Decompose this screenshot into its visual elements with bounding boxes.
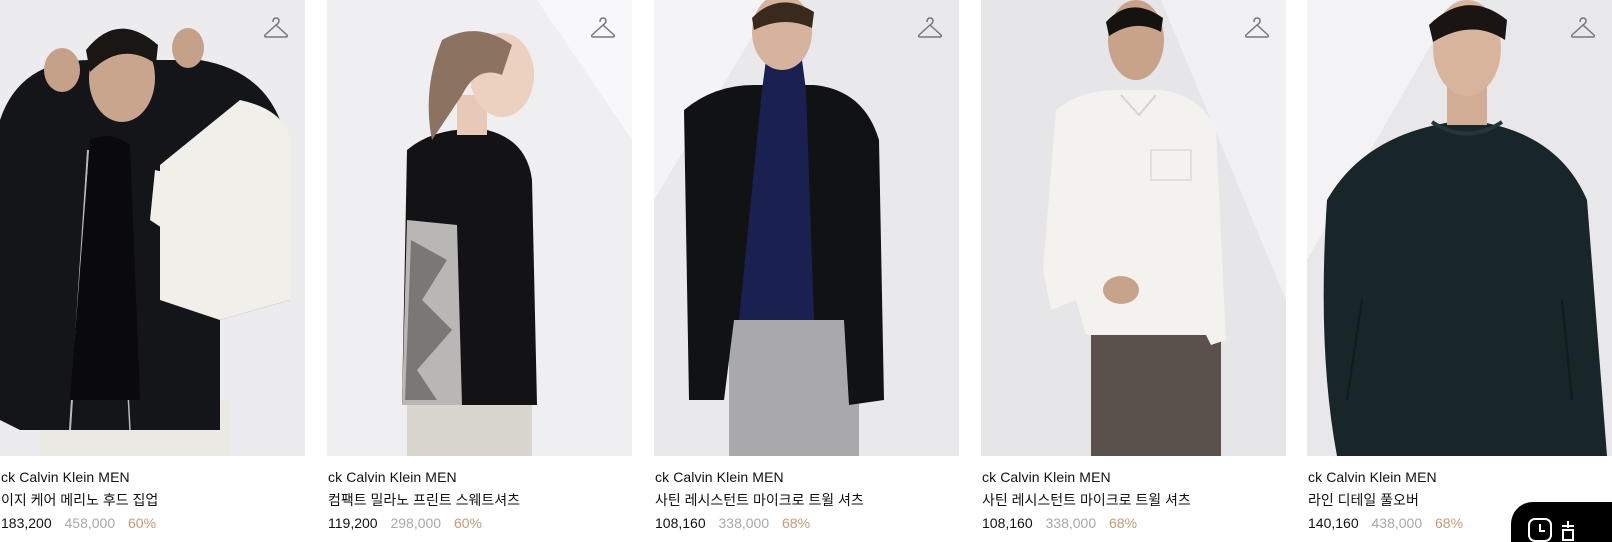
- brand-name[interactable]: ck Calvin Klein MEN: [1, 469, 130, 485]
- original-price: 298,000: [390, 515, 442, 531]
- product-name[interactable]: 라인 디테일 풀오버: [1308, 492, 1419, 508]
- wishlist-button[interactable]: [590, 16, 616, 40]
- price-row: 108,160 338,000 68%: [655, 515, 819, 532]
- product-image[interactable]: [0, 0, 305, 456]
- discount-rate: 68%: [1435, 515, 1464, 531]
- model-photo: [327, 0, 632, 456]
- original-price: 458,000: [64, 515, 116, 531]
- brand-name[interactable]: ck Calvin Klein MEN: [982, 469, 1111, 485]
- sale-price: 108,160: [982, 515, 1033, 531]
- original-price: 338,000: [1045, 515, 1097, 531]
- discount-rate: 68%: [782, 515, 811, 531]
- sale-price: 108,160: [655, 515, 706, 531]
- recent-view-button[interactable]: [1511, 502, 1612, 542]
- hanger-icon: [1570, 17, 1596, 38]
- sale-price: 119,200: [328, 515, 378, 531]
- price-row: 108,160 338,000 68%: [982, 515, 1146, 532]
- brand-name[interactable]: ck Calvin Klein MEN: [1308, 469, 1437, 485]
- sale-price: 140,160: [1308, 515, 1359, 531]
- product-card[interactable]: ck Calvin Klein MEN 이지 케어 메리노 후드 집업 183,…: [0, 0, 305, 539]
- wishlist-button[interactable]: [917, 16, 943, 40]
- product-card[interactable]: ck Calvin Klein MEN 사틴 레시스턴트 마이크로 트윌 셔츠 …: [981, 0, 1286, 539]
- model-photo: [1307, 0, 1612, 456]
- product-grid: ck Calvin Klein MEN 이지 케어 메리노 후드 집업 183,…: [0, 0, 1612, 539]
- hanger-icon: [1244, 17, 1270, 38]
- hanger-icon: [263, 17, 289, 38]
- clock-icon: [1528, 518, 1574, 542]
- price-row: 183,200 458,000 60%: [1, 515, 165, 532]
- product-name[interactable]: 사틴 레시스턴트 마이크로 트윌 셔츠: [655, 492, 864, 508]
- original-price: 338,000: [718, 515, 770, 531]
- product-card[interactable]: ck Calvin Klein MEN 라인 디테일 풀오버 140,160 4…: [1307, 0, 1612, 539]
- price-row: 140,160 438,000 68%: [1308, 515, 1472, 532]
- product-image[interactable]: [654, 0, 959, 456]
- wishlist-button[interactable]: [1570, 16, 1596, 40]
- product-name[interactable]: 사틴 레시스턴트 마이크로 트윌 셔츠: [982, 492, 1191, 508]
- product-image[interactable]: [981, 0, 1286, 456]
- original-price: 438,000: [1371, 515, 1423, 531]
- wishlist-button[interactable]: [1244, 16, 1270, 40]
- model-photo: [981, 0, 1286, 456]
- discount-rate: 68%: [1109, 515, 1138, 531]
- product-name[interactable]: 이지 케어 메리노 후드 집업: [1, 492, 158, 508]
- sale-price: 183,200: [1, 515, 52, 531]
- brand-name[interactable]: ck Calvin Klein MEN: [655, 469, 784, 485]
- discount-rate: 60%: [128, 515, 157, 531]
- price-row: 119,200 298,000 60%: [328, 515, 491, 532]
- wishlist-button[interactable]: [263, 16, 289, 40]
- hanger-icon: [917, 17, 943, 38]
- brand-name[interactable]: ck Calvin Klein MEN: [328, 469, 457, 485]
- model-photo: [0, 0, 305, 456]
- model-photo: [654, 0, 959, 456]
- product-image[interactable]: [1307, 0, 1612, 456]
- product-card[interactable]: ck Calvin Klein MEN 사틴 레시스턴트 마이크로 트윌 셔츠 …: [654, 0, 959, 539]
- discount-rate: 60%: [453, 515, 482, 531]
- product-card[interactable]: ck Calvin Klein MEN 컴팩트 밀라노 프린트 스웨트셔츠 11…: [327, 0, 632, 539]
- product-image[interactable]: [327, 0, 632, 456]
- product-name[interactable]: 컴팩트 밀라노 프린트 스웨트셔츠: [328, 492, 520, 508]
- hanger-icon: [590, 17, 616, 38]
